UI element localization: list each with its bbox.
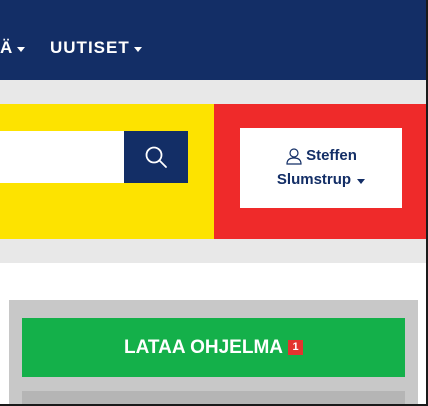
user-line-1: Steffen <box>285 144 357 168</box>
chevron-down-icon <box>133 46 142 52</box>
nav-menu-uutiset-label: UUTISET <box>50 38 130 57</box>
user-icon <box>286 148 302 165</box>
user-last-name: Slumstrup <box>276 171 352 188</box>
search-icon <box>145 146 167 168</box>
top-navigation: Ä UUTISET <box>0 0 426 80</box>
user-first-name: Steffen <box>306 147 357 164</box>
nav-menu-partial-label: Ä <box>0 38 14 57</box>
user-line-2: Slumstrup <box>276 168 366 192</box>
separator-band <box>0 80 426 104</box>
user-menu-button[interactable]: Steffen Slumstrup <box>240 128 402 208</box>
nav-menu-uutiset[interactable]: UUTISET <box>50 38 142 58</box>
page-frame: Ä UUTISET Steffen Slumstrup LATAA OHJELM… <box>0 0 428 406</box>
search-input[interactable] <box>0 131 124 183</box>
nav-menu-partial[interactable]: Ä <box>0 38 26 58</box>
chevron-down-icon <box>357 178 366 184</box>
download-program-label: LATAA OHJELMA <box>123 336 284 358</box>
separator-band-lower <box>0 239 426 263</box>
chevron-down-icon <box>17 46 26 52</box>
download-program-button[interactable]: LATAA OHJELMA 1 <box>22 318 405 377</box>
notification-badge: 1 <box>288 340 304 355</box>
panel-lower-block <box>22 391 405 404</box>
search-button[interactable] <box>124 131 188 183</box>
